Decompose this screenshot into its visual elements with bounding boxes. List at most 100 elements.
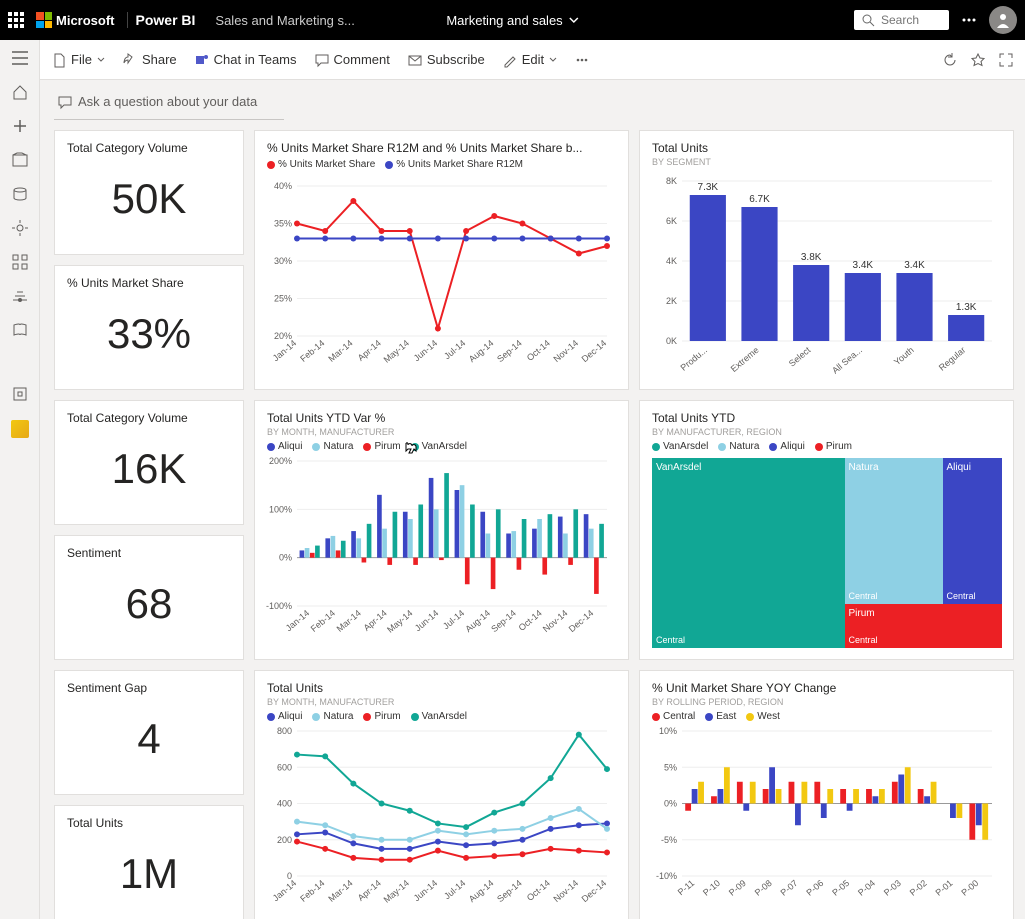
kpi-units-market-share[interactable]: % Units Market Share 33% [54, 265, 244, 390]
search-input[interactable] [881, 13, 936, 27]
svg-text:Nov-14: Nov-14 [551, 878, 580, 904]
svg-text:P-07: P-07 [779, 878, 800, 898]
waffle-icon[interactable] [8, 12, 24, 28]
svg-text:Youth: Youth [892, 345, 916, 367]
mail-icon [408, 53, 422, 67]
svg-text:P-00: P-00 [959, 878, 980, 898]
svg-text:May-14: May-14 [382, 878, 411, 905]
kpi-total-category-volume-2[interactable]: Total Category Volume 16K [54, 400, 244, 525]
more-icon[interactable] [961, 12, 977, 28]
svg-text:Jun-14: Jun-14 [413, 608, 441, 633]
svg-text:2K: 2K [666, 296, 677, 306]
menu-icon[interactable] [12, 50, 28, 66]
svg-text:8K: 8K [666, 176, 677, 186]
svg-text:Sep-14: Sep-14 [495, 338, 524, 364]
file-menu[interactable]: File [52, 52, 105, 67]
svg-text:25%: 25% [274, 294, 292, 304]
workspace-avatar-icon[interactable] [11, 420, 29, 438]
home-icon[interactable] [12, 84, 28, 100]
svg-text:May-14: May-14 [385, 608, 414, 635]
toolbar: File Share Chat in Teams Comment Subscri… [40, 40, 1025, 80]
share-button[interactable]: Share [123, 52, 177, 67]
fullscreen-icon[interactable] [999, 53, 1013, 67]
browse-icon[interactable] [12, 152, 28, 168]
svg-text:6K: 6K [666, 216, 677, 226]
svg-text:400: 400 [277, 799, 292, 809]
data-hub-icon[interactable] [12, 186, 28, 202]
edit-button[interactable]: Edit [503, 52, 557, 67]
svg-text:P-09: P-09 [727, 878, 748, 898]
svg-text:5%: 5% [664, 762, 677, 772]
svg-text:Jan-14: Jan-14 [284, 608, 312, 633]
chart-total-units-month[interactable]: Total Units BY MONTH, MANUFACTURER Aliqu… [254, 670, 629, 919]
svg-text:P-10: P-10 [701, 878, 722, 898]
svg-text:Aug-14: Aug-14 [467, 338, 496, 364]
svg-text:1.3K: 1.3K [956, 302, 977, 313]
svg-text:Mar-14: Mar-14 [326, 878, 354, 904]
svg-text:0%: 0% [279, 553, 292, 563]
learn-icon[interactable] [12, 322, 28, 338]
top-bar: Microsoft Power BI Sales and Marketing s… [0, 0, 1025, 40]
svg-text:Feb-14: Feb-14 [298, 338, 326, 364]
chat-teams-button[interactable]: Chat in Teams [195, 52, 297, 67]
chart-ytd-treemap[interactable]: Total Units YTD BY MANUFACTURER, REGION … [639, 400, 1014, 660]
svg-text:Apr-14: Apr-14 [356, 878, 383, 903]
svg-text:Mar-14: Mar-14 [335, 608, 363, 634]
chart-total-units-segment[interactable]: Total Units BY SEGMENT 0K2K4K6K8K7.3KPro… [639, 130, 1014, 390]
svg-text:Select: Select [787, 345, 813, 369]
sidebar [0, 40, 40, 919]
svg-text:200: 200 [277, 835, 292, 845]
svg-text:Nov-14: Nov-14 [551, 338, 580, 364]
svg-text:Feb-14: Feb-14 [309, 608, 337, 634]
svg-text:Aug-14: Aug-14 [467, 878, 496, 904]
apps-icon[interactable] [12, 254, 28, 270]
kpi-sentiment[interactable]: Sentiment 68 [54, 535, 244, 660]
svg-text:-100%: -100% [266, 601, 292, 611]
kpi-total-category-volume-1[interactable]: Total Category Volume 50K [54, 130, 244, 255]
avatar[interactable] [989, 6, 1017, 34]
comment-button[interactable]: Comment [315, 52, 390, 67]
breadcrumb[interactable]: Sales and Marketing s... [215, 13, 354, 28]
chart-yoy-change[interactable]: % Unit Market Share YOY Change BY ROLLIN… [639, 670, 1014, 919]
svg-text:200%: 200% [269, 456, 292, 466]
workspace-icon[interactable] [12, 386, 28, 402]
kpi-total-units[interactable]: Total Units 1M [54, 805, 244, 919]
svg-text:P-11: P-11 [676, 878, 696, 897]
svg-text:Jan-14: Jan-14 [271, 878, 299, 903]
subscribe-button[interactable]: Subscribe [408, 52, 485, 67]
svg-text:Mar-14: Mar-14 [326, 338, 354, 364]
kpi-sentiment-gap[interactable]: Sentiment Gap 4 [54, 670, 244, 795]
svg-text:Extreme: Extreme [729, 345, 761, 374]
comment-icon [315, 53, 329, 67]
share-icon [123, 53, 137, 67]
chart-ytd-var[interactable]: Total Units YTD Var % BY MONTH, MANUFACT… [254, 400, 629, 660]
favorite-icon[interactable] [971, 53, 985, 67]
svg-text:P-02: P-02 [908, 878, 929, 898]
svg-text:P-01: P-01 [934, 878, 955, 898]
svg-text:Aug-14: Aug-14 [463, 608, 492, 634]
more-icon[interactable] [575, 53, 589, 67]
svg-text:May-14: May-14 [382, 338, 411, 365]
page-title-dropdown[interactable]: Marketing and sales [446, 13, 578, 28]
chevron-down-icon [97, 56, 105, 64]
svg-text:Produ...: Produ... [679, 345, 710, 373]
refresh-icon[interactable] [943, 53, 957, 67]
deployment-icon[interactable] [12, 288, 28, 304]
svg-text:Sep-14: Sep-14 [495, 878, 524, 904]
svg-text:Oct-14: Oct-14 [525, 878, 552, 903]
chart-market-share-line[interactable]: % Units Market Share R12M and % Units Ma… [254, 130, 629, 390]
svg-text:Jun-14: Jun-14 [412, 878, 440, 903]
pencil-icon [503, 53, 517, 67]
metrics-icon[interactable] [12, 220, 28, 236]
svg-text:Jun-14: Jun-14 [412, 338, 440, 363]
svg-text:Dec-14: Dec-14 [567, 608, 596, 634]
microsoft-label: Microsoft [56, 13, 115, 28]
plus-icon[interactable] [12, 118, 28, 134]
svg-text:100%: 100% [269, 504, 292, 514]
svg-text:Dec-14: Dec-14 [580, 338, 609, 364]
svg-text:800: 800 [277, 726, 292, 736]
search-box[interactable] [854, 10, 949, 30]
svg-text:All Sea...: All Sea... [830, 345, 864, 376]
chevron-down-icon [569, 15, 579, 25]
qna-input[interactable]: Ask a question about your data [54, 90, 284, 120]
